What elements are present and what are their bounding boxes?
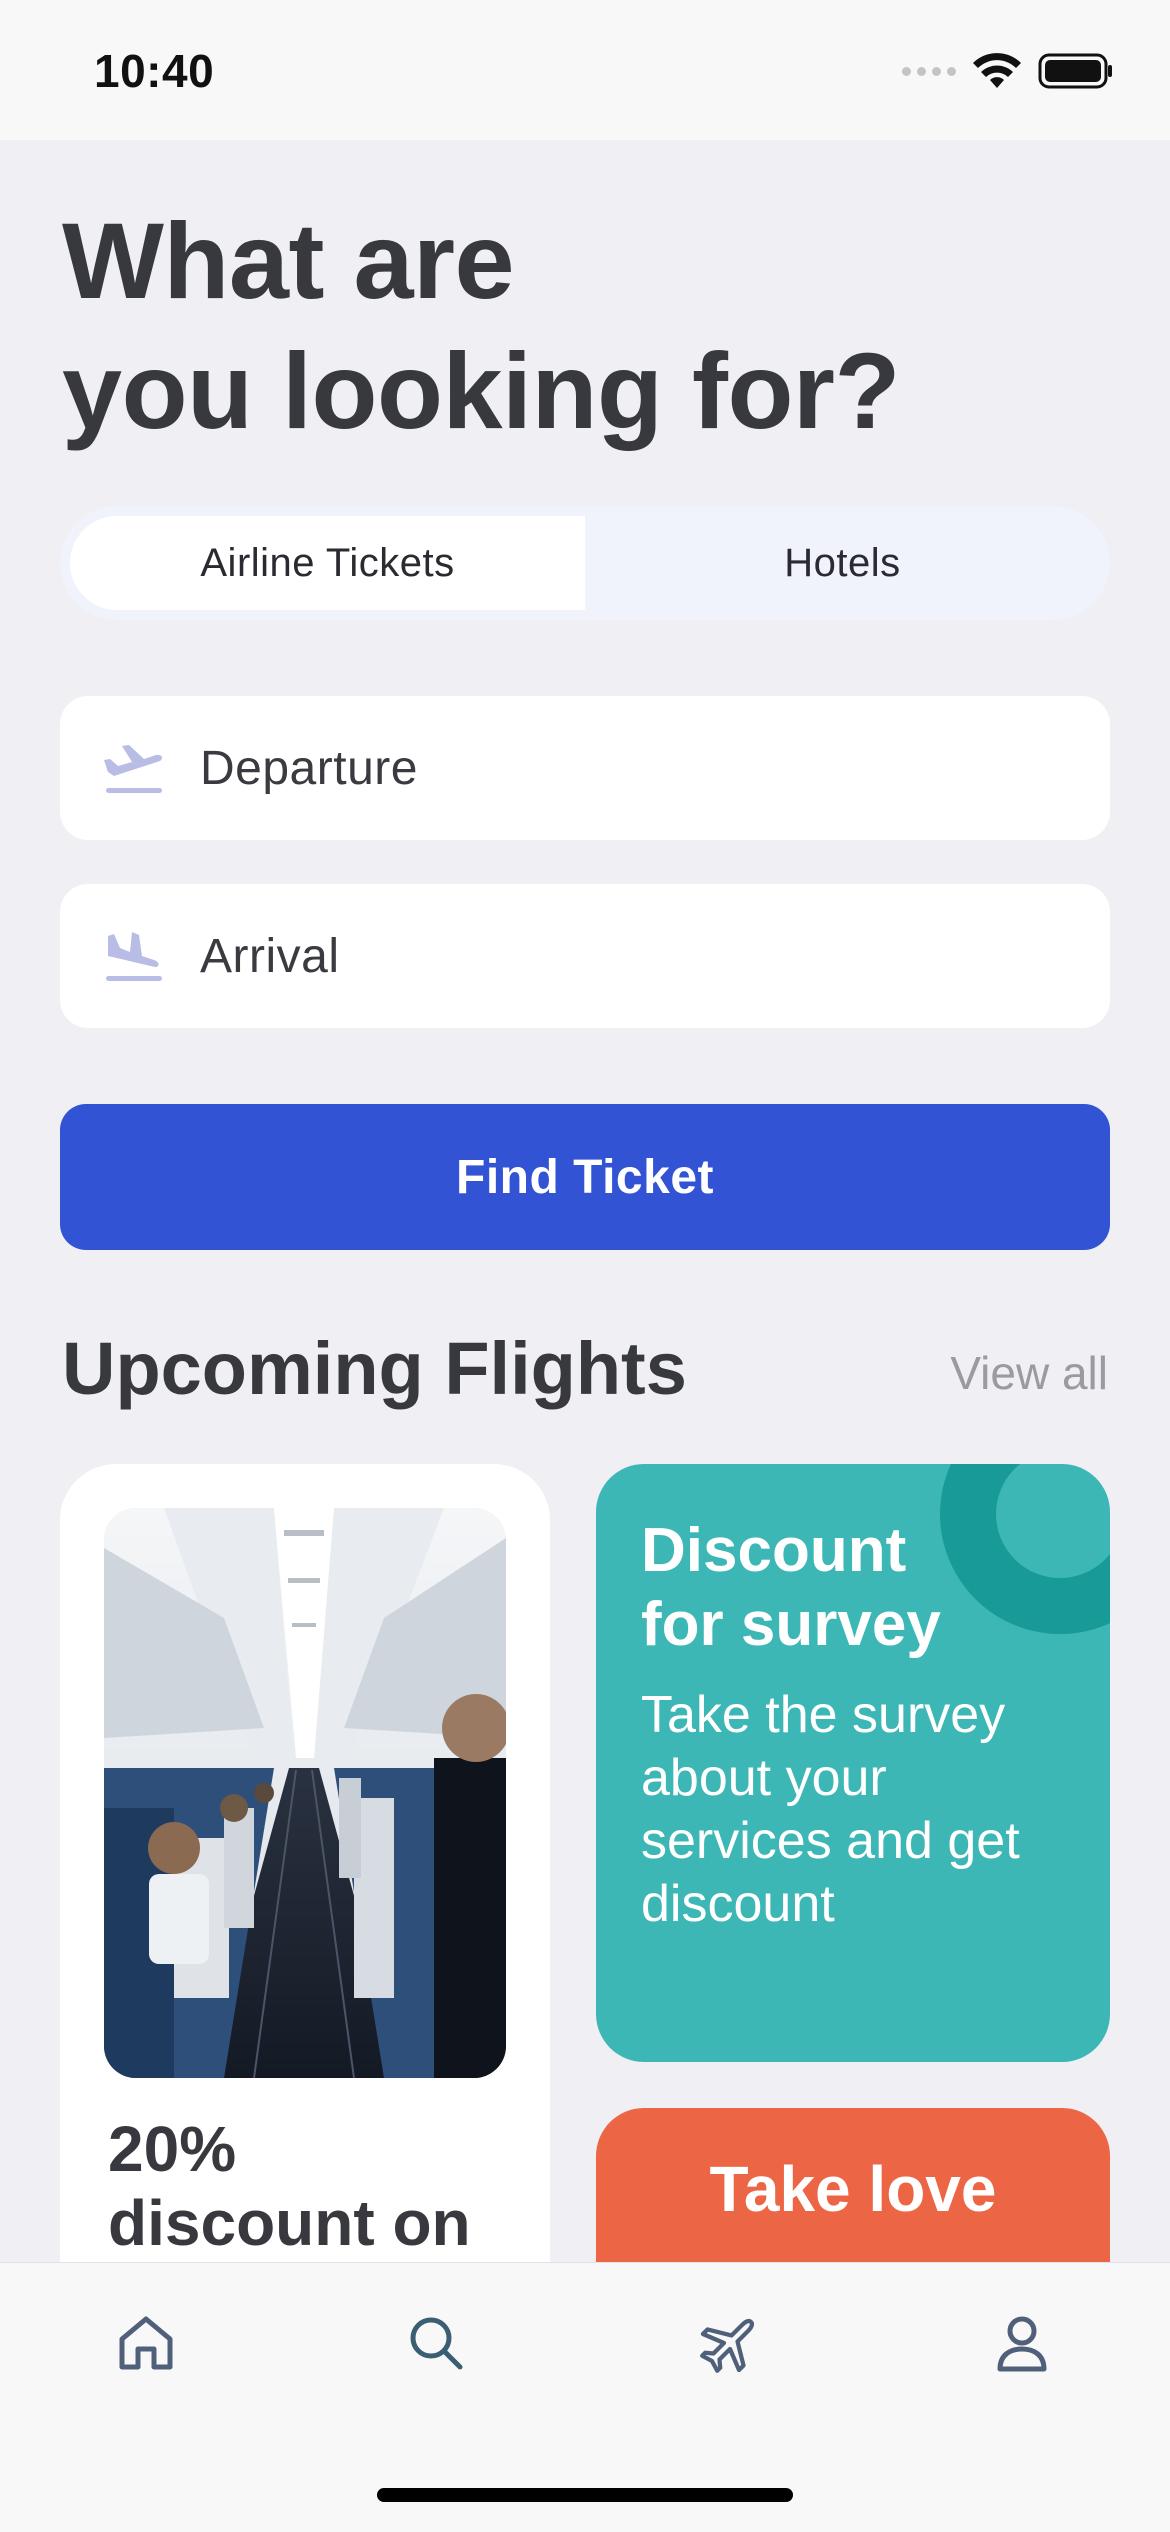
home-indicator [377,2488,793,2502]
user-icon [997,2316,1047,2372]
tab-hotels[interactable]: Hotels [585,516,1100,610]
promo-title: 20% discount on [108,2112,528,2260]
status-icons [902,52,1114,90]
tab-airline-tickets[interactable]: Airline Tickets [70,516,585,610]
tab-flights[interactable] [690,2303,770,2383]
search-icon [410,2317,463,2370]
find-ticket-button[interactable]: Find Ticket [60,1104,1110,1250]
view-all-link[interactable]: View all [950,1346,1108,1400]
departure-placeholder: Departure [200,741,418,795]
take-love-title: Take love [709,2153,997,2225]
cellular-signal-icon [902,66,956,76]
plane-landing-icon [102,926,166,986]
home-icon [119,2316,173,2370]
survey-title-line-2: for survey [641,1590,941,1659]
tab-profile[interactable] [982,2303,1062,2383]
airplane-icon [700,2318,755,2373]
page-title-line-1: What are [62,200,515,321]
survey-title: Discount for survey [641,1514,1081,1662]
plane-takeoff-icon [102,738,166,798]
promo-title-line-1: 20% [108,2113,237,2185]
tab-search[interactable] [396,2303,476,2383]
page-title-line-2: you looking for? [62,330,900,451]
search-type-segmented-control: Airline Tickets Hotels [60,506,1110,620]
arrival-placeholder: Arrival [200,929,340,983]
upcoming-flights-title: Upcoming Flights [62,1327,687,1410]
wifi-icon [973,53,1021,88]
tab-home[interactable] [106,2303,186,2383]
promo-card[interactable]: 20% discount on [60,1464,550,2264]
battery-icon [1038,53,1112,89]
survey-title-line-1: Discount [641,1516,907,1585]
airplane-cabin-photo [104,1508,506,2078]
status-bar: 10:40 [0,0,1170,140]
promo-title-line-2: discount on [108,2187,471,2259]
departure-field[interactable]: Departure [60,696,1110,840]
arrival-field[interactable]: Arrival [60,884,1110,1028]
survey-description: Take the survey about your services and … [641,1686,1020,1933]
survey-card[interactable]: Discount for survey Take the survey abou… [596,1464,1110,2062]
status-time: 10:40 [94,45,215,97]
page-title: What are you looking for? [62,196,1122,456]
